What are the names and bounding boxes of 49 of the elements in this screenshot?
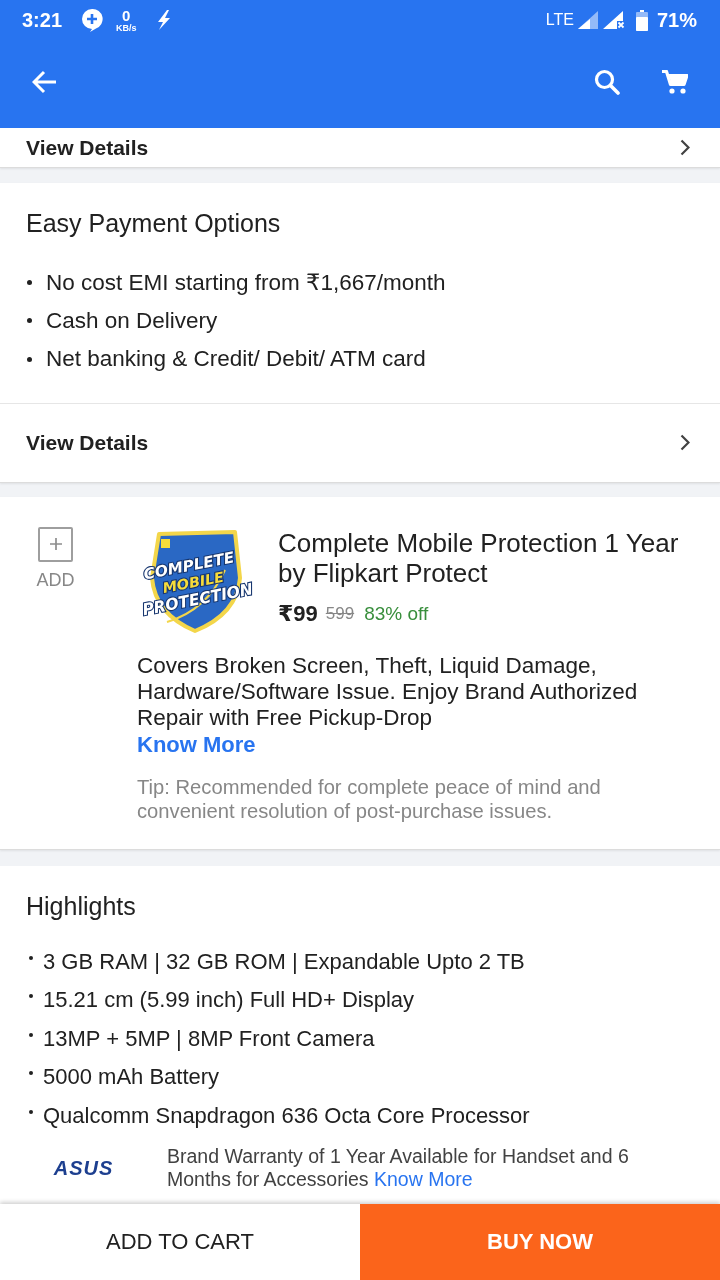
highlight-item: 5000 mAh Battery [43, 1063, 220, 1091]
bullet-icon [27, 356, 32, 362]
lightning-bolt-icon [155, 10, 172, 30]
highlight-item: 15.21 cm (5.99 inch) Full HD+ Display [43, 986, 415, 1014]
chevron-right-icon [680, 139, 690, 156]
highlight-item: 3 GB RAM | 32 GB ROM | Expandable Upto 2 TB [43, 947, 525, 976]
bullet-icon [29, 955, 33, 960]
warranty-text: Brand Warranty of 1 Year Available for Handset and 6 Months for Accessories Know More [167, 1145, 630, 1191]
search-icon[interactable] [594, 69, 620, 95]
section-title: Highlights [25, 890, 137, 920]
plan-description: Covers Broken Screen, Theft, Liquid Damage, Hardware/Software Issue. Enjoy Brand Authorized Repair with Free Pickup-Drop [137, 652, 639, 731]
bullet-icon [27, 318, 32, 324]
back-icon[interactable] [32, 70, 58, 94]
add-button[interactable] [38, 526, 73, 562]
bullet-icon [29, 1071, 33, 1075]
add-to-cart-button[interactable]: ADD TO CART [0, 1204, 360, 1280]
brand-logo: ASUS [53, 1156, 114, 1180]
plan-title: Complete Mobile Protection 1 Year by Flipkart Protect [278, 527, 680, 588]
chat-bubble-plus-icon [81, 8, 104, 32]
bullet-icon [29, 1032, 33, 1037]
battery-icon [635, 9, 648, 31]
cart-icon[interactable] [662, 70, 688, 94]
discount: 83% off [364, 602, 429, 625]
know-more-link[interactable]: Know More [374, 1168, 473, 1190]
net-speed-unit: KB/s [116, 23, 137, 33]
signal-x-icon [602, 11, 625, 29]
tip-text: Tip: Recommended for complete peace of mind and convenient resolution of post-purchase issues. [137, 774, 602, 823]
chevron-right-icon [680, 434, 690, 451]
bullet-icon [27, 279, 32, 285]
battery-percent: 71% [656, 8, 697, 32]
bullet-icon [29, 1109, 33, 1114]
section-title: Easy Payment Options [25, 208, 282, 237]
plus-icon [49, 538, 62, 550]
know-more-link[interactable]: Know More [137, 731, 256, 758]
original-price: 599 [325, 603, 355, 624]
bullet-icon [29, 994, 33, 998]
payment-option: Net banking & Credit/ Debit/ ATM card [46, 346, 426, 373]
payment-option: No cost EMI starting from ₹1,667/month [46, 268, 446, 296]
add-label: ADD [38, 568, 73, 591]
highlight-item: 13MP + 5MP | 8MP Front Camera [43, 1024, 375, 1053]
signal-icon [577, 11, 598, 29]
network-type: LTE [545, 11, 574, 29]
net-speed-value: 0 [122, 7, 131, 23]
highlight-item: Qualcomm Snapdragon 636 Octa Core Processor [43, 1101, 530, 1130]
view-details-button[interactable]: View Details [0, 402, 720, 482]
status-time: 3:21 [22, 8, 63, 32]
price: ₹99 [278, 600, 318, 627]
view-details-button[interactable]: View Details [0, 128, 720, 167]
payment-option: Cash on Delivery [46, 307, 218, 334]
